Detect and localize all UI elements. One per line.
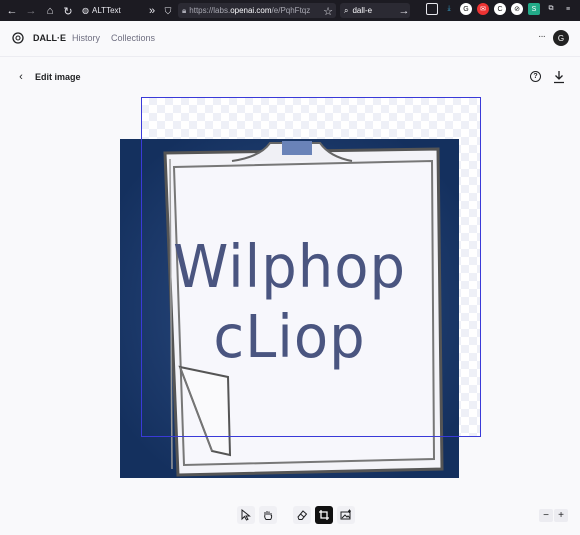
page-title: Edit image (35, 72, 81, 82)
back-button[interactable]: ‹ (14, 70, 28, 84)
image-add-icon (340, 509, 351, 519)
shield-icon[interactable]: ⛉ (160, 3, 176, 19)
lock-icon: 🔒︎ (182, 5, 187, 15)
extension-badge-icon[interactable]: ✉ (477, 3, 489, 15)
nav-collections[interactable]: Collections (111, 33, 155, 43)
eraser-tool-button[interactable] (293, 505, 311, 524)
extension-slash-icon[interactable]: ⊘ (511, 3, 523, 15)
crop-icon (319, 509, 329, 520)
extensions-icon[interactable]: ⌂ (42, 3, 58, 19)
extension-icons: ⤓ G ✉ C ⊘ S ⧉ ≡ (426, 3, 574, 15)
menu-icon[interactable]: ≡ (562, 3, 574, 15)
zoom-controls: − + (539, 509, 568, 522)
openai-logo-icon[interactable] (11, 31, 25, 45)
download-icon[interactable] (553, 70, 565, 84)
forward-arrow-icon[interactable]: → (23, 3, 39, 19)
download-icon[interactable]: ⤓ (443, 3, 455, 15)
puzzle-icon[interactable]: ⧉ (545, 3, 557, 15)
help-icon[interactable]: ? (530, 71, 541, 82)
brand-title[interactable]: DALL·E (33, 33, 66, 43)
zoom-in-button[interactable]: + (554, 509, 568, 522)
bookmark-alttext[interactable]: ◍ ALTText (82, 6, 121, 15)
star-icon[interactable]: ☆ (320, 3, 336, 19)
chevron-left-icon: ‹ (19, 71, 23, 83)
reload-icon[interactable]: ↻ (60, 3, 76, 19)
url-text: https://labs.openai.com/e/PqhFtqz (189, 6, 311, 15)
globe-icon: ◍ (82, 6, 89, 15)
eraser-icon (297, 509, 308, 520)
avatar[interactable]: G (553, 30, 569, 46)
generation-frame[interactable] (141, 97, 481, 437)
nav-history[interactable]: History (72, 33, 100, 43)
select-tool-button[interactable] (237, 505, 255, 524)
back-arrow-icon[interactable]: ← (4, 3, 20, 19)
zoom-out-button[interactable]: − (539, 509, 553, 522)
cursor-icon (241, 508, 251, 521)
editor-toolbar (237, 505, 355, 524)
extension-g-icon[interactable]: G (460, 3, 472, 15)
url-bar[interactable]: 🔒︎ https://labs.openai.com/e/PqhFtqz (178, 3, 336, 18)
upload-image-tool-button[interactable] (337, 505, 355, 524)
extension-c-icon[interactable]: C (494, 3, 506, 15)
search-icon: ⌕ (344, 5, 349, 15)
pocket-icon[interactable] (426, 3, 438, 15)
app-header: DALL·E History Collections ··· G (0, 21, 580, 57)
pan-tool-button[interactable] (259, 505, 277, 524)
browser-toolbar: ← → ⌂ ↻ ◍ ALTText » ⛉ 🔒︎ https://labs.op… (0, 0, 580, 21)
extension-s-icon[interactable]: S (528, 3, 540, 15)
more-options-icon[interactable]: ··· (538, 31, 546, 42)
go-arrow-icon[interactable]: → (396, 3, 412, 19)
hand-icon (264, 510, 273, 520)
crop-tool-button[interactable] (315, 505, 333, 524)
overflow-chevron-icon[interactable]: » (144, 3, 160, 19)
